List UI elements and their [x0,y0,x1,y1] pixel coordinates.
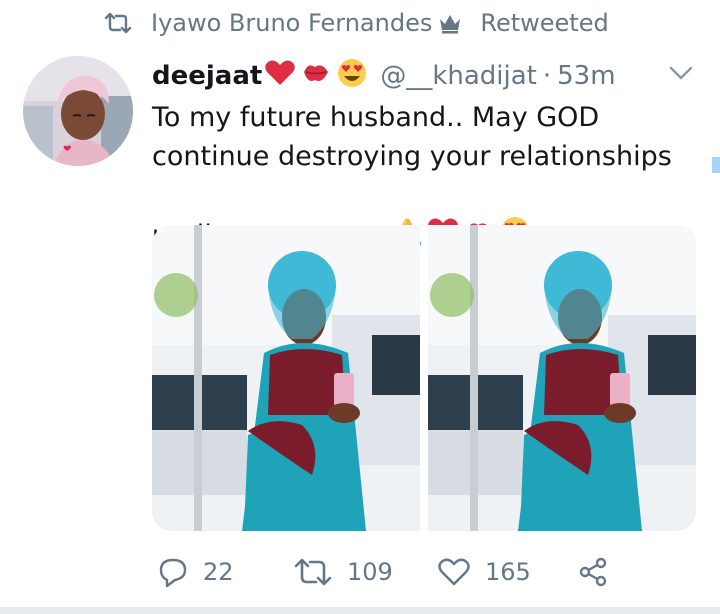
retweeted-label: Retweeted [480,9,609,37]
retweet-banner[interactable]: Iyawo Bruno Fernandes Retweeted [103,6,609,40]
chevron-down-icon[interactable] [668,64,694,82]
divider [0,607,720,614]
scroll-indicator [712,157,720,173]
retweet-icon [104,12,132,34]
tweet-media[interactable] [152,225,696,531]
separator: · [542,61,552,91]
tweet-actions: 22 109 165 [157,552,627,592]
display-name[interactable]: deejaat [152,61,262,91]
tweet-text-line: continue destroying your relationships [152,141,672,172]
red-heart-emoji [265,60,296,85]
reply-count: 22 [203,558,234,586]
like-count: 165 [485,558,531,586]
heart-icon [438,558,470,586]
crown-icon [440,15,461,34]
retweet-button[interactable]: 109 [293,552,393,592]
share-icon [579,557,607,587]
retweet-icon [294,558,332,586]
tweet-photo[interactable] [428,225,696,531]
tweet-photo[interactable] [152,225,420,531]
tweet-header: deejaat @__khadijat · 53m [152,58,616,94]
retweeter-name[interactable]: Iyawo Bruno Fernandes [151,9,432,37]
svg-text:❤: ❤ [63,144,71,155]
name-emojis [264,58,370,95]
tweet-time[interactable]: 53m [557,61,615,91]
reply-button[interactable]: 22 [157,552,234,592]
tweet-text-line: To my future husband.. May GOD [152,102,600,133]
retweet-count: 109 [347,558,393,586]
user-handle[interactable]: @__khadijat [380,61,537,91]
like-button[interactable]: 165 [437,552,531,592]
kiss-mark-emoji [304,64,329,81]
avatar[interactable]: ❤ [23,56,133,166]
share-button[interactable] [577,552,609,592]
heart-eyes-emoji [338,58,367,87]
reply-icon [159,558,187,588]
